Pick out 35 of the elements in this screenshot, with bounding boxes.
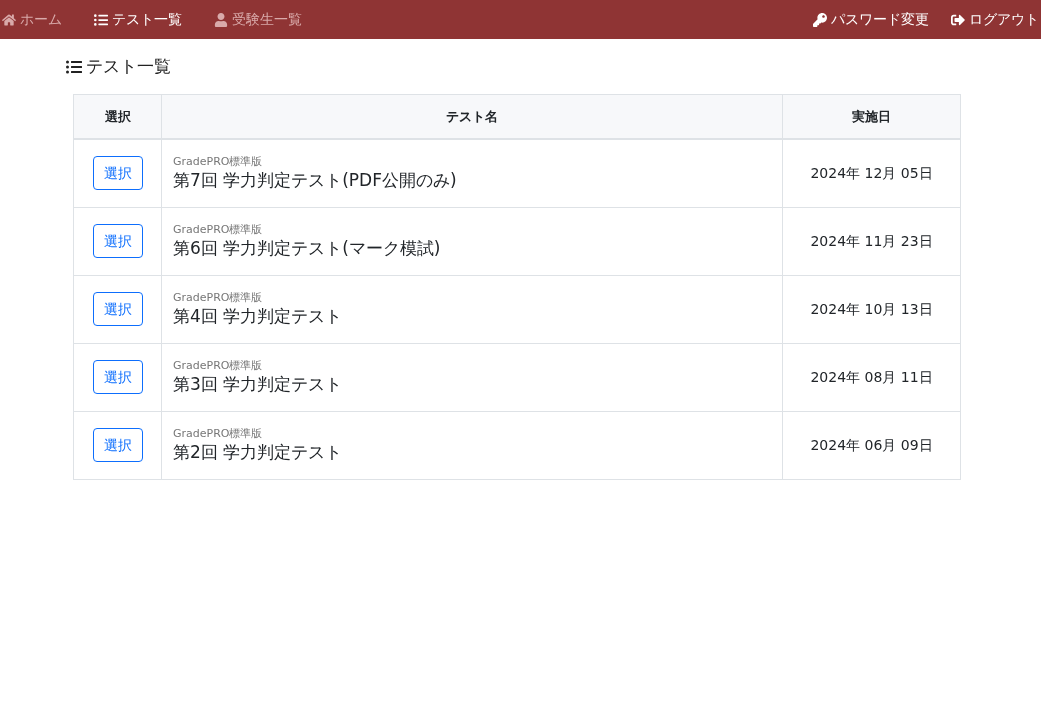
- key-icon: [813, 12, 827, 27]
- edition-label: GradePRO標準版: [173, 223, 264, 237]
- column-header: 選択: [73, 94, 162, 139]
- date-cell: 2024年 10月 13日: [782, 275, 961, 343]
- date-cell: 2024年 12月 05日: [782, 139, 961, 207]
- select-button[interactable]: 選択: [92, 428, 143, 462]
- test-name: 第7回 学力判定テスト(PDF公開のみ): [173, 169, 458, 192]
- list-icon: [66, 58, 82, 75]
- date-cell: 2024年 06月 09日: [782, 411, 961, 479]
- test-name: 第2回 学力判定テスト: [173, 441, 344, 463]
- select-button[interactable]: 選択: [92, 156, 143, 191]
- nav-link[interactable]: 受験生一覧: [214, 9, 302, 30]
- list-icon: [94, 12, 108, 27]
- test-name: 第4回 学力判定テスト: [173, 305, 344, 327]
- nav-link[interactable]: テスト一覧: [94, 9, 182, 30]
- edition-label: GradePRO標準版: [173, 427, 264, 441]
- user-icon: [214, 12, 228, 27]
- logout-icon: [951, 12, 965, 27]
- test-name: 第6回 学力判定テスト(マーク模試): [173, 237, 442, 259]
- select-button[interactable]: 選択: [92, 360, 143, 394]
- select-button[interactable]: 選択: [92, 292, 143, 326]
- edition-label: GradePRO標準版: [173, 359, 264, 373]
- date-cell: 2024年 08月 11日: [782, 343, 961, 411]
- edition-label: GradePRO標準版: [173, 291, 264, 305]
- nav-link[interactable]: ログアウト: [951, 9, 1039, 30]
- column-header: 実施日: [782, 94, 961, 139]
- test-name: 第3回 学力判定テスト: [173, 373, 344, 395]
- date-cell: 2024年 11月 23日: [782, 207, 961, 275]
- nav-link[interactable]: パスワード変更: [813, 9, 929, 30]
- home-icon: [2, 12, 16, 27]
- select-button[interactable]: 選択: [92, 224, 143, 258]
- nav-link[interactable]: ホーム: [2, 9, 62, 30]
- column-header: テスト名: [161, 94, 783, 139]
- page-heading: テスト一覧: [86, 55, 171, 78]
- edition-label: GradePRO標準版: [173, 155, 264, 170]
